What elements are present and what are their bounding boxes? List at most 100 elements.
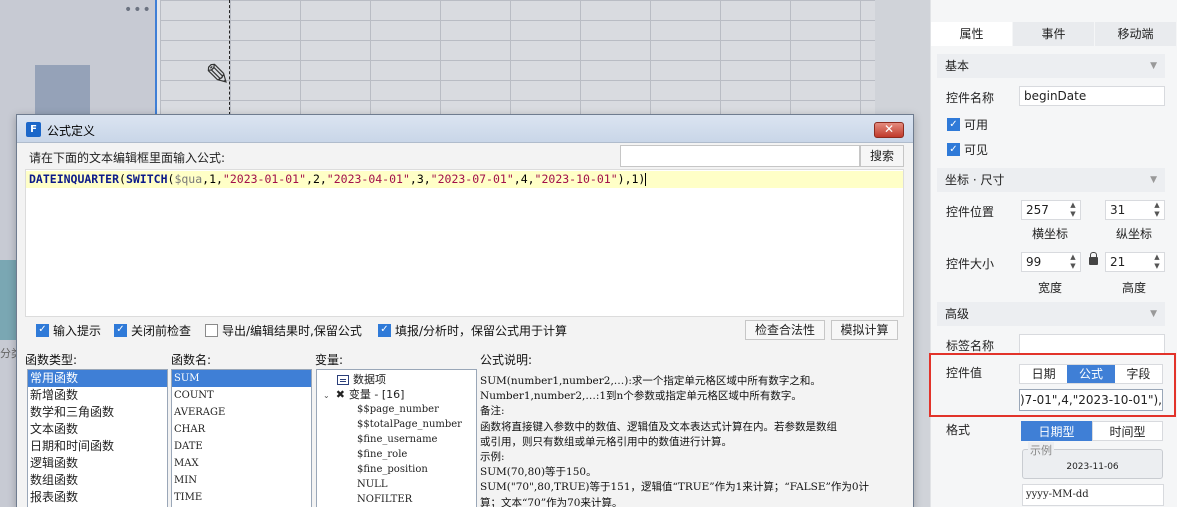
- variable-item[interactable]: $fine_username: [317, 432, 476, 447]
- formula-token: (: [119, 172, 126, 186]
- category-item[interactable]: 日期和时间函数: [28, 438, 167, 455]
- dialog-titlebar[interactable]: F 公式定义 ✕: [17, 115, 913, 143]
- x-label: 横坐标: [1032, 227, 1069, 241]
- section-coord[interactable]: 坐标 · 尺寸 ▼: [937, 168, 1165, 192]
- formula-token: ,4,: [513, 172, 535, 186]
- stepper-arrows-icon[interactable]: ▲ ▼: [1067, 201, 1079, 219]
- description-line: 备注:: [480, 405, 505, 418]
- checkbox-checked-icon[interactable]: ✓: [114, 323, 127, 337]
- tab-mobile[interactable]: 移动端: [1095, 22, 1177, 46]
- category-list[interactable]: 常用函数 新增函数 数学和三角函数 文本函数 日期和时间函数 逻辑函数 数组函数 报表函数: [27, 369, 168, 507]
- format-label: 格式: [946, 423, 971, 437]
- function-item[interactable]: MIN: [172, 472, 311, 489]
- category-item[interactable]: 文本函数: [28, 421, 167, 438]
- checkbox-checked-icon[interactable]: ✓: [947, 118, 960, 131]
- control-name-input[interactable]: beginDate: [1019, 86, 1165, 106]
- height-stepper[interactable]: 21 ▲ ▼: [1105, 252, 1165, 272]
- format-time-type[interactable]: 时间型: [1092, 421, 1163, 441]
- enabled-option[interactable]: ✓ 可用: [947, 116, 988, 133]
- variable-item[interactable]: $$totalPage_number: [317, 417, 476, 432]
- tree-item-variables[interactable]: ⌄ ✖ 变量 - [16]: [317, 387, 476, 402]
- y-label: 纵坐标: [1116, 227, 1153, 241]
- checkbox-checked-icon[interactable]: ✓: [378, 323, 391, 337]
- formula-token: SWITCH: [125, 172, 168, 186]
- format-date-type[interactable]: 日期型: [1021, 421, 1092, 441]
- category-item[interactable]: 数学和三角函数: [28, 404, 167, 421]
- function-item[interactable]: COUNT: [172, 387, 311, 404]
- category-item[interactable]: 新增函数: [28, 387, 167, 404]
- highlight-box: [929, 353, 1176, 417]
- visible-option[interactable]: ✓ 可见: [947, 141, 988, 158]
- stepper-value: 257: [1026, 203, 1049, 217]
- chevron-down-icon[interactable]: ▼: [1150, 168, 1157, 192]
- formula-dialog: F 公式定义 ✕ 请在下面的文本编辑框里面输入公式: 搜索 DATEINQUAR…: [16, 114, 914, 507]
- checkbox-checked-icon[interactable]: ✓: [36, 323, 49, 337]
- tag-input[interactable]: [1019, 334, 1165, 354]
- tab-events[interactable]: 事件: [1013, 22, 1095, 46]
- format-type-switch: 日期型 时间型: [1021, 421, 1163, 441]
- section-basic[interactable]: 基本 ▼: [937, 54, 1165, 78]
- simulate-calc-button[interactable]: 模拟计算: [831, 320, 898, 340]
- formula-description: SUM(number1,number2,…):求一个指定单元格区域中所有数字之和…: [480, 374, 900, 507]
- control-name-label: 控件名称: [946, 91, 995, 105]
- export-keep-option[interactable]: 导出/编辑结果时,保留公式: [205, 322, 362, 338]
- search-input[interactable]: [620, 145, 860, 167]
- function-item[interactable]: TIME: [172, 489, 311, 506]
- stepper-arrows-icon[interactable]: ▲ ▼: [1151, 253, 1163, 271]
- dialog-title: 公式定义: [47, 124, 96, 138]
- function-item[interactable]: CHAR: [172, 421, 311, 438]
- close-button[interactable]: ✕: [874, 122, 904, 138]
- stepper-arrows-icon[interactable]: ▲ ▼: [1067, 253, 1079, 271]
- description-line: 或引用，则只有数组或单元格引用中的数值进行计算。: [480, 435, 732, 448]
- example-legend: 示例: [1028, 442, 1054, 458]
- lock-icon[interactable]: [1089, 252, 1098, 265]
- width-label: 宽度: [1038, 281, 1063, 295]
- pos-y-stepper[interactable]: 31 ▲ ▼: [1105, 200, 1165, 220]
- category-item[interactable]: 逻辑函数: [28, 455, 167, 472]
- check-before-close-option[interactable]: ✓ 关闭前检查: [114, 322, 191, 338]
- section-advanced[interactable]: 高级 ▼: [937, 302, 1165, 326]
- formula-text[interactable]: DATEINQUARTER(SWITCH($qua,1,"2023-01-01"…: [29, 172, 647, 186]
- option-label: 可用: [964, 118, 989, 132]
- checkbox-checked-icon[interactable]: ✓: [947, 143, 960, 156]
- function-item[interactable]: AVERAGE: [172, 404, 311, 421]
- variable-item[interactable]: NOFILTER: [317, 492, 476, 507]
- function-list[interactable]: SUM COUNT AVERAGE CHAR DATE MAX MIN TIME: [171, 369, 312, 507]
- formula-token: DATEINQUARTER: [29, 172, 120, 186]
- search-button[interactable]: 搜索: [860, 145, 904, 167]
- formula-editor[interactable]: DATEINQUARTER(SWITCH($qua,1,"2023-01-01"…: [25, 169, 904, 317]
- formula-token: "2023-07-01": [430, 172, 514, 186]
- stepper-arrows-icon[interactable]: ▲ ▼: [1151, 201, 1163, 219]
- category-item[interactable]: 报表函数: [28, 489, 167, 506]
- variable-item[interactable]: NULL: [317, 477, 476, 492]
- spreadsheet-grid[interactable]: [160, 0, 875, 115]
- variable-item[interactable]: $fine_position: [317, 462, 476, 477]
- format-pattern-input[interactable]: yyyy-MM-dd: [1022, 484, 1164, 506]
- category-item[interactable]: 常用函数: [28, 370, 167, 387]
- fill-keep-option[interactable]: ✓ 填报/分析时，保留公式用于计算: [378, 322, 567, 338]
- width-stepper[interactable]: 99 ▲ ▼: [1021, 252, 1081, 272]
- description-line: SUM(number1,number2,…):求一个指定单元格区域中所有数字之和…: [480, 375, 821, 387]
- checkbox-unchecked-icon[interactable]: [205, 323, 218, 337]
- chevron-down-icon[interactable]: ⌄: [323, 391, 330, 400]
- category-item[interactable]: 数组函数: [28, 472, 167, 489]
- variable-item[interactable]: $$page_number: [317, 402, 476, 417]
- chevron-down-icon[interactable]: ▼: [1150, 54, 1157, 78]
- function-item[interactable]: SUM: [172, 370, 311, 387]
- variable-group-icon: ✖: [335, 388, 345, 401]
- formula-token: ,1,: [202, 172, 223, 186]
- pos-x-stepper[interactable]: 257 ▲ ▼: [1021, 200, 1081, 220]
- input-hint-option[interactable]: ✓ 输入提示: [36, 322, 101, 338]
- function-item[interactable]: MAX: [172, 455, 311, 472]
- formula-token: "2023-10-01": [534, 172, 618, 186]
- variable-item[interactable]: $fine_role: [317, 447, 476, 462]
- more-icon[interactable]: •••: [124, 2, 152, 18]
- option-label: 关闭前检查: [131, 323, 192, 338]
- formula-token: "2023-04-01": [326, 172, 410, 186]
- tab-properties[interactable]: 属性: [931, 22, 1013, 46]
- function-item[interactable]: DATE: [172, 438, 311, 455]
- variable-tree[interactable]: 数据项 ⌄ ✖ 变量 - [16] $$page_number $$totalPage…: [316, 369, 477, 507]
- tree-item-data[interactable]: 数据项: [317, 372, 476, 387]
- chevron-down-icon[interactable]: ▼: [1150, 302, 1157, 326]
- check-validity-button[interactable]: 检查合法性: [745, 320, 825, 340]
